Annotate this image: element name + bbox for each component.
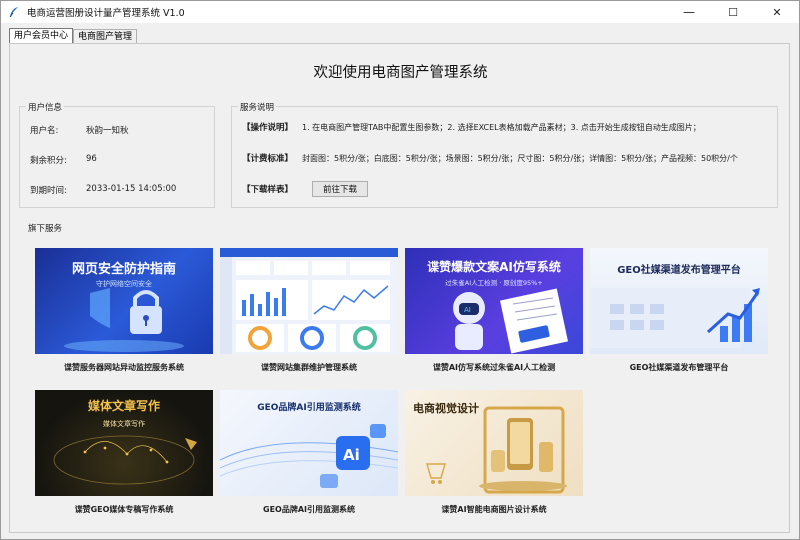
service-card-image[interactable]: 网页安全防护指南 守护网络空间安全: [35, 248, 213, 354]
service-card-image[interactable]: 电商视觉设计: [405, 390, 583, 496]
pricing-item: 产品视频：50积分/个: [660, 153, 738, 163]
download-label: 【下载样表】: [242, 185, 294, 195]
tab-user-center[interactable]: 用户会员中心: [9, 28, 74, 44]
service-card-image[interactable]: 谍赞爆款文案AI仿写系统 过朱雀AI人工检测 · 原创度95%+ AI: [405, 248, 583, 354]
expiry-label: 到期时间:: [30, 186, 67, 196]
flagship-title: 旗下服务: [26, 222, 65, 234]
phone-products-icon: [426, 406, 567, 494]
maximize-button[interactable]: ☐: [711, 1, 755, 23]
user-info-title: 用户信息: [26, 101, 65, 113]
service-card-image[interactable]: GEO品牌AI引用监测系统 Ai: [220, 390, 398, 496]
service-card[interactable]: 网页安全防护指南 守护网络空间安全 谍赞服务器网站异动监控服务系统: [35, 248, 213, 373]
title-bar[interactable]: 电商运营图册设计量产管理系统 V1.0 — ☐ ✕: [1, 1, 799, 23]
expiry-value: 2033-01-15 14:05:00: [86, 184, 177, 194]
tab-image-production[interactable]: 电商图产管理: [73, 29, 138, 44]
service-card-caption: GEO社媒渠道发布管理平台: [629, 363, 729, 372]
username-value: 秋韵一知秋: [86, 126, 129, 136]
pricing-label: 【计费标准】: [242, 154, 294, 164]
points-label: 剩余积分:: [30, 156, 67, 166]
pricing-item: 白底图：5积分/张；: [373, 153, 446, 163]
robot-icon: AI: [453, 288, 568, 354]
download-sample-button[interactable]: 前往下载: [312, 181, 368, 197]
pricing-item: 详情图：5积分/张；: [589, 153, 661, 163]
svg-text:Ai: Ai: [343, 446, 360, 464]
service-card[interactable]: 媒体文章写作 媒体文章写作 谍赞GEO媒体专稿写作系统: [35, 390, 213, 515]
service-card-caption: 谍赞服务器网站异动监控服务系统: [64, 363, 184, 372]
minimize-button[interactable]: —: [667, 1, 711, 23]
pricing-item: 封面图：5积分/张；: [302, 153, 374, 163]
welcome-heading: 欢迎使用电商图产管理系统: [313, 65, 488, 81]
service-card-image[interactable]: 媒体文章写作 媒体文章写作: [35, 390, 213, 496]
service-card[interactable]: 电商视觉设计 谍赞AI智能电商图片设计系统: [405, 390, 583, 515]
service-card-caption: 谍赞AI仿写系统过朱雀AI人工检测: [432, 363, 556, 372]
operation-label: 【操作说明】: [242, 123, 294, 133]
dashboard-icon: [220, 248, 398, 354]
pricing-item: 尺寸图：5积分/张；: [517, 153, 590, 163]
tab-panel-user-center: 欢迎使用电商图产管理系统 用户信息 用户名: 秋韵一知秋 剩余积分: 96 到期…: [9, 43, 790, 533]
svg-text:AI: AI: [464, 306, 471, 314]
tab-bar: 用户会员中心 电商图产管理: [9, 28, 138, 44]
service-card[interactable]: GEO社媒渠道发布管理平台 GEO社媒渠道发布管理平台: [590, 248, 768, 373]
service-card-caption: 谍赞GEO媒体专稿写作系统: [74, 505, 174, 514]
service-card-caption: 谍赞网站集群维护管理系统: [261, 363, 357, 372]
user-info-group: 用户信息 用户名: 秋韵一知秋 剩余积分: 96 到期时间: 2033-01-1…: [19, 101, 215, 208]
service-card[interactable]: 谍赞爆款文案AI仿写系统 过朱雀AI人工检测 · 原创度95%+ AI 谍赞AI…: [405, 248, 583, 373]
service-card[interactable]: GEO品牌AI引用监测系统 Ai GEO品牌AI引用监测系统: [220, 390, 398, 515]
pricing-item: 场景图：5积分/张；: [445, 153, 518, 163]
username-label: 用户名:: [30, 126, 59, 136]
shield-lock-icon: [64, 288, 184, 352]
service-card[interactable]: 谍赞网站集群维护管理系统: [220, 248, 398, 373]
service-card-image[interactable]: GEO社媒渠道发布管理平台: [590, 248, 768, 354]
service-card-caption: GEO品牌AI引用监测系统: [263, 505, 355, 514]
service-desc-group: 服务说明 【操作说明】 1. 在电商图产管理TAB中配置生图参数；2. 选择EX…: [231, 101, 778, 208]
window-title: 电商运营图册设计量产管理系统 V1.0: [27, 8, 185, 19]
service-card-image[interactable]: [220, 248, 398, 354]
points-value: 96: [86, 154, 97, 164]
service-desc-title: 服务说明: [238, 101, 277, 113]
close-button[interactable]: ✕: [755, 1, 799, 23]
service-card-caption: 谍赞AI智能电商图片设计系统: [441, 505, 547, 514]
world-map-icon: [53, 435, 197, 485]
rising-chart-icon: [590, 288, 760, 348]
ai-chip-icon: Ai: [220, 424, 398, 488]
operation-text: 1. 在电商图产管理TAB中配置生图参数；2. 选择EXCEL表格加载产品素材；…: [302, 122, 701, 132]
feather-app-icon: [7, 5, 21, 19]
app-window: 电商运营图册设计量产管理系统 V1.0 — ☐ ✕ 用户会员中心 电商图产管理 …: [0, 0, 800, 540]
